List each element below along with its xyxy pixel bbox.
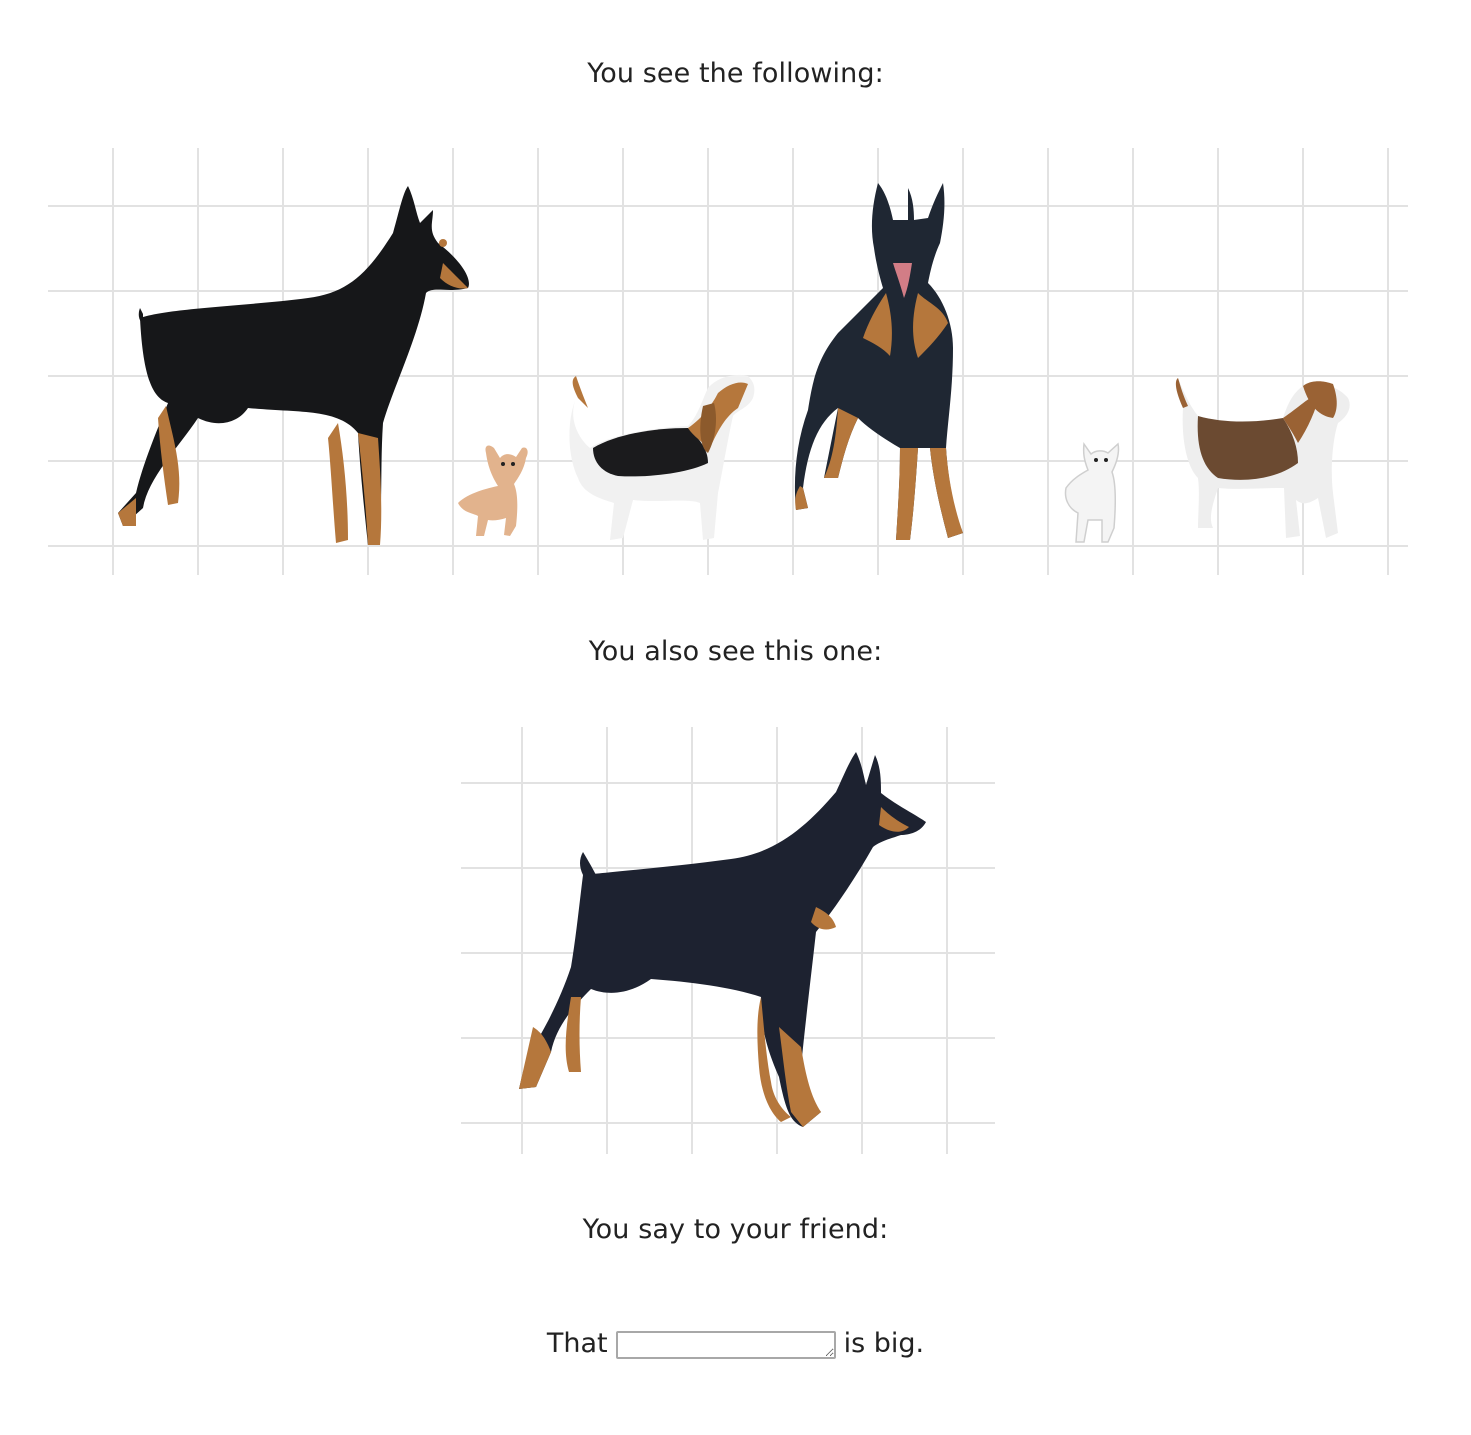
doberman-side-dog [118, 186, 469, 545]
answer-suffix: is big. [843, 1328, 925, 1359]
prompt-also-see: You also see this one: [588, 636, 883, 667]
answer-sentence: That is big. [0, 1328, 1471, 1359]
dog-lineup-drawing [118, 183, 1350, 545]
chihuahua-white-dog [1064, 441, 1120, 543]
doberman-front-dog [794, 183, 963, 540]
target-dog-image [461, 727, 995, 1154]
answer-prefix: That [546, 1328, 608, 1359]
dog-lineup-image [48, 148, 1408, 575]
prompt-see-following: You see the following: [587, 58, 884, 89]
beagle-side-dog [1175, 378, 1350, 538]
prompt-say-to-friend: You say to your friend: [582, 1214, 889, 1245]
doberman-side-target-dog [519, 752, 926, 1127]
target-dog-drawing [519, 752, 926, 1127]
chihuahua-tan-dog [458, 445, 528, 536]
answer-input[interactable] [615, 1330, 836, 1359]
beagle-looking-up-dog [569, 374, 755, 540]
